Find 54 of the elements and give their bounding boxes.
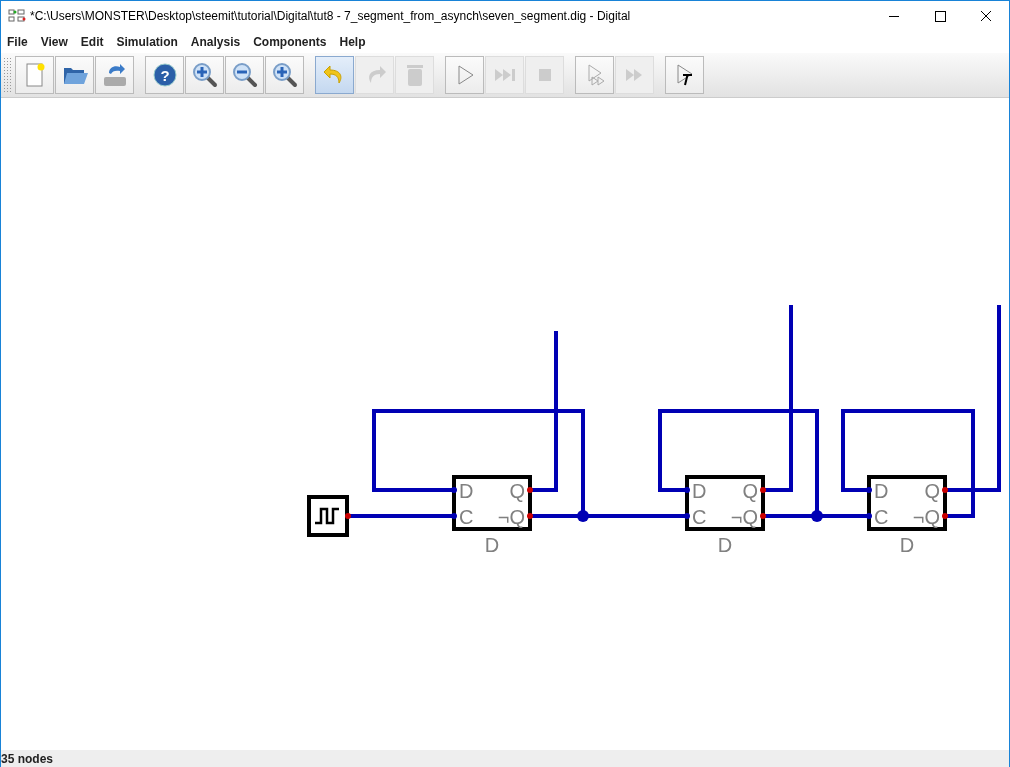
pin-label: D (459, 480, 474, 502)
zoom-out-icon (230, 61, 259, 89)
zoom-fit-button[interactable] (265, 56, 304, 94)
pin-label: C (874, 506, 889, 528)
menu-item[interactable]: Simulation (112, 35, 182, 49)
pin-dot (527, 513, 533, 519)
pin-dot (942, 487, 948, 493)
component-label: D (484, 534, 500, 556)
pin-dot (760, 513, 766, 519)
menu-item[interactable]: Help (335, 35, 370, 49)
run-button[interactable] (445, 56, 484, 94)
clock-component (307, 495, 351, 537)
pin-dot (866, 513, 872, 519)
undo-button[interactable] (315, 56, 354, 94)
junction-dot (811, 510, 823, 522)
pin-dot (684, 513, 690, 519)
app-icon (8, 9, 26, 23)
pin-dot (451, 513, 457, 519)
pin-dot (684, 487, 690, 493)
zoom-out-button[interactable] (225, 56, 264, 94)
status-text: 35 nodes (1, 751, 54, 766)
pin-label: D (874, 480, 889, 502)
zoom-in-icon (190, 61, 219, 89)
menu-item[interactable]: Edit (76, 35, 108, 49)
pin-label: C (459, 506, 474, 528)
window-title: *C:\Users\MONSTER\Desktop\steemit\tutorial\Digital\tut8 - 7_segment_from_asynch\seven_segment.dig - Digital (30, 9, 632, 23)
pin-label: Q (742, 480, 758, 502)
junction-dot (577, 510, 589, 522)
pin-label: C (692, 506, 707, 528)
menu-item[interactable]: Analysis (186, 35, 245, 49)
pin-dot (760, 487, 766, 493)
pin-dot (527, 487, 533, 493)
run-to-break-button[interactable] (575, 56, 614, 94)
magnifier-icon (270, 61, 299, 89)
pin-dot (942, 513, 948, 519)
pin-label: ¬Q (912, 506, 940, 528)
pin-label: ¬Q (730, 506, 758, 528)
help-button[interactable]: ? (145, 56, 184, 94)
pin-label: Q (924, 480, 940, 502)
question-mark: ? (159, 66, 170, 84)
test-button[interactable] (665, 56, 704, 94)
component-label: D (717, 534, 733, 556)
pin-label: Q (509, 480, 525, 502)
save-button[interactable] (95, 56, 134, 94)
menu-item[interactable]: Components (249, 35, 331, 49)
open-button[interactable] (55, 56, 94, 94)
zoom-in-button[interactable] (185, 56, 224, 94)
pin-dot (451, 487, 457, 493)
pin-label: ¬Q (497, 506, 525, 528)
pin-dot (866, 487, 872, 493)
menu-item[interactable]: File (3, 35, 32, 49)
menu-item[interactable]: View (36, 35, 72, 49)
component-label: D (899, 534, 915, 556)
pin-label: D (692, 480, 707, 502)
